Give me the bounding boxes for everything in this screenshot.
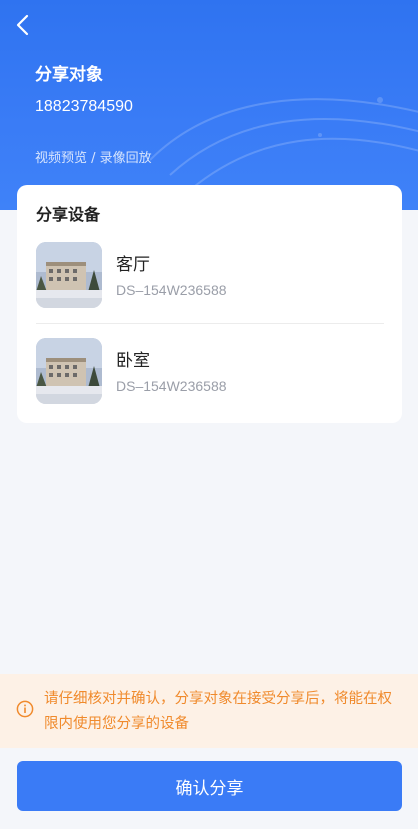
share-target-title: 分享对象: [35, 65, 103, 85]
device-thumbnail: [36, 242, 102, 308]
chevron-left-icon: [16, 14, 29, 36]
device-item[interactable]: 卧室 DS–154W236588: [36, 338, 384, 408]
share-target-phone: 18823784590: [35, 98, 133, 115]
notice-text: 请仔细核对并确认，分享对象在接受分享后，将能在权限内使用您分享的设备: [44, 691, 392, 732]
decorative-waves: [150, 97, 418, 191]
device-divider: [36, 323, 384, 324]
shared-devices-title: 分享设备: [36, 205, 101, 224]
device-item[interactable]: 客厅 DS–154W236588: [36, 242, 384, 312]
share-permissions: 视频预览 / 录像回放: [35, 151, 152, 166]
share-target-header: 分享对象 18823784590 视频预览 / 录像回放: [0, 0, 418, 210]
device-thumbnail: [36, 338, 102, 404]
device-serial: DS–154W236588: [116, 282, 227, 298]
device-serial: DS–154W236588: [116, 378, 227, 394]
device-name: 卧室: [116, 351, 150, 371]
device-name: 客厅: [116, 255, 150, 275]
share-notice: 请仔细核对并确认，分享对象在接受分享后，将能在权限内使用您分享的设备: [0, 674, 418, 748]
shared-devices-card: 分享设备 客厅 DS–154W236588 卧室 DS–154W236588: [17, 185, 402, 423]
confirm-share-button[interactable]: 确认分享: [17, 761, 402, 811]
share-confirm-page: 分享对象 18823784590 视频预览 / 录像回放 分享设备 客厅 DS–…: [0, 0, 418, 829]
info-icon: [16, 700, 34, 718]
back-button[interactable]: [10, 10, 40, 40]
